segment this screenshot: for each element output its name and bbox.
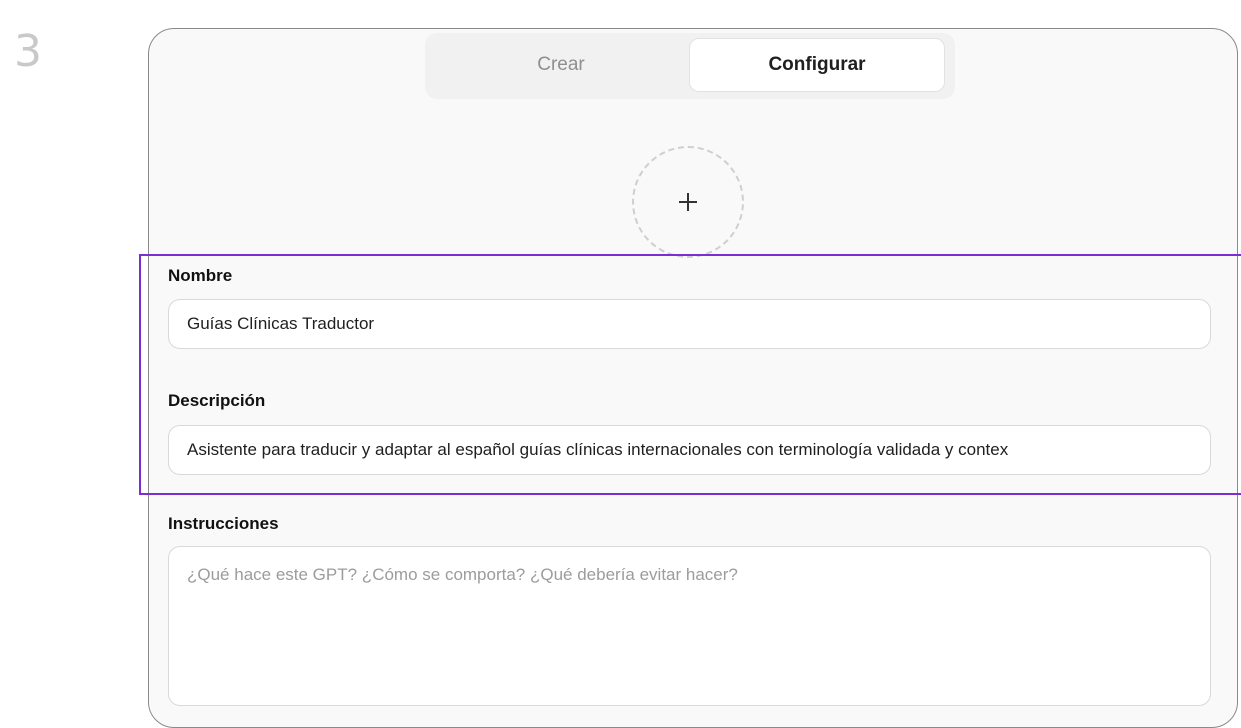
instructions-input[interactable] (169, 547, 1210, 705)
description-label: Descripción (168, 391, 266, 410)
description-input[interactable]: Asistente para traducir y adaptar al esp… (168, 425, 1211, 475)
mode-tabs: Crear Configurar (425, 33, 955, 99)
instructions-label: Instrucciones (168, 514, 279, 533)
name-input[interactable] (168, 299, 1211, 349)
step-number: 3 (14, 26, 42, 77)
tab-configurar[interactable]: Configurar (689, 38, 945, 92)
tab-crear[interactable]: Crear (433, 38, 689, 92)
instructions-field (168, 546, 1211, 706)
description-input-value: Asistente para traducir y adaptar al esp… (187, 440, 1009, 459)
plus-icon (679, 193, 697, 211)
name-label: Nombre (168, 266, 233, 285)
avatar-upload-button[interactable] (632, 146, 744, 258)
